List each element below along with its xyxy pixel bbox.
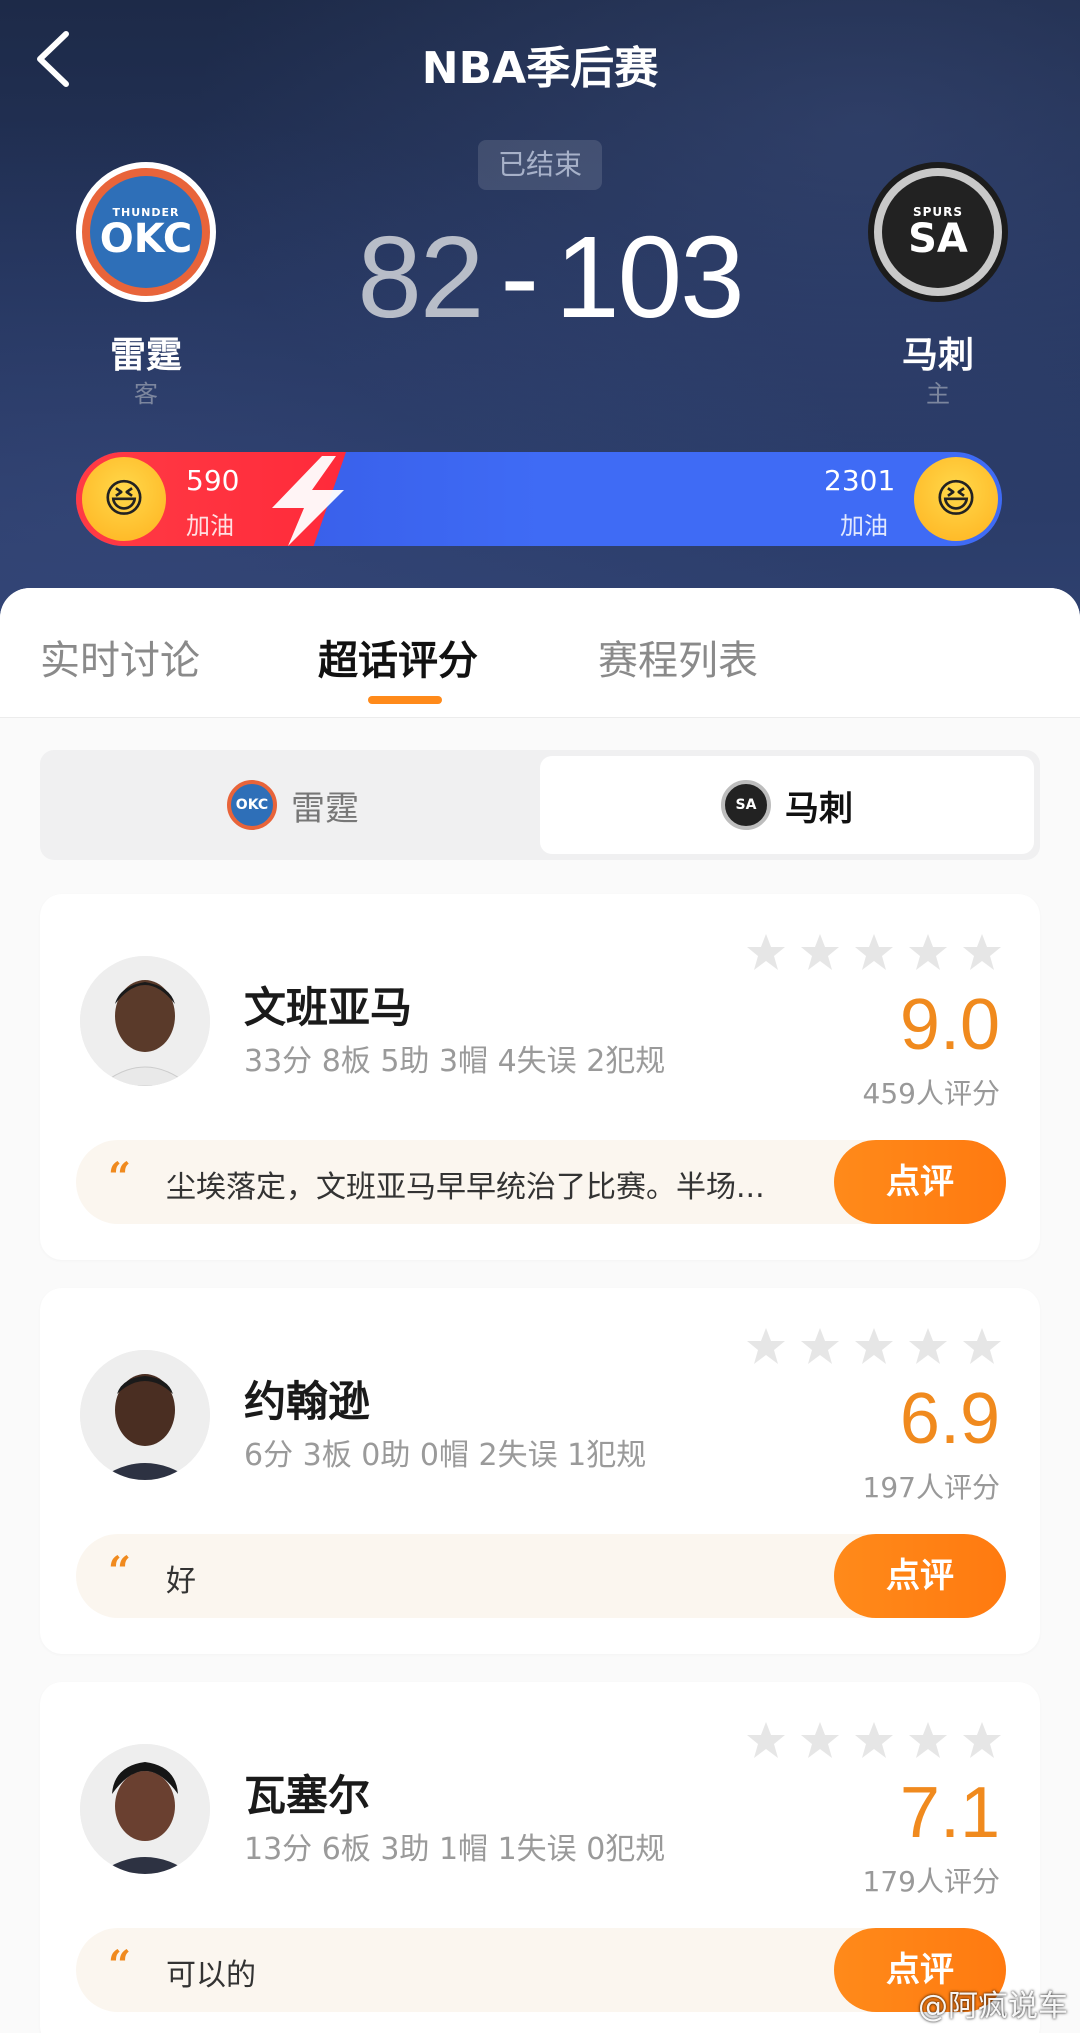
- rating-count: 459人评分: [862, 1077, 1000, 1110]
- player-stats: 13分 6板 3助 1帽 1失误 0犯规: [244, 1832, 666, 1867]
- quote-icon: “: [108, 1154, 132, 1201]
- score-separator: -: [500, 212, 539, 342]
- game-header: NBA季后赛 已结束 THUNDER OKC 雷霆 客 82-103 SPURS…: [0, 0, 1080, 640]
- player-card[interactable]: 文班亚马 33分 8板 5助 3帽 4失误 2犯规 9.0 459人评分 “ 尘…: [40, 894, 1040, 1260]
- logo-text-big: SA: [908, 216, 968, 262]
- okc-jersey-icon: THUNDER OKC: [90, 176, 202, 288]
- watermark: @阿疯说车: [918, 1989, 1068, 2024]
- quote-icon: “: [108, 1942, 132, 1989]
- away-cheer-count: 590: [186, 464, 240, 497]
- tab-live-discussion[interactable]: 实时讨论: [40, 628, 200, 686]
- content-panel: 实时讨论 超话评分 赛程列表 OKC 雷霆 SA 马刺 文班亚马 33分 8板 …: [0, 588, 1080, 2033]
- segment-home-team[interactable]: SA 马刺: [540, 756, 1034, 854]
- logo-text-big: OKC: [99, 215, 193, 262]
- segment-home-label: 马刺: [785, 788, 853, 829]
- spurs-jersey-icon: SPURS SA: [882, 176, 994, 288]
- rating-stars-icon[interactable]: [746, 1720, 1016, 1760]
- quote-icon: “: [108, 1548, 132, 1595]
- tab-rating[interactable]: 超话评分: [318, 628, 478, 686]
- scoreboard: 82-103: [340, 210, 760, 344]
- rating-count: 179人评分: [862, 1865, 1000, 1898]
- home-score: 103: [555, 212, 745, 342]
- away-cheer-label: 加油: [186, 512, 234, 540]
- lightning-icon: [272, 456, 344, 546]
- rating-count: 197人评分: [862, 1471, 1000, 1504]
- rating-stars-icon[interactable]: [746, 1326, 1016, 1366]
- player-rating: 9.0: [899, 985, 1000, 1065]
- comment-text: 好: [166, 1564, 196, 1599]
- player-avatar: [80, 1744, 210, 1874]
- rating-stars-icon[interactable]: [746, 932, 1016, 972]
- home-team-logo[interactable]: SPURS SA: [868, 162, 1008, 302]
- okc-logo-icon: OKC: [227, 780, 277, 830]
- game-status-badge: 已结束: [478, 140, 602, 190]
- top-comment[interactable]: “ 尘埃落定，文班亚马早早统治了比赛。半场... 点评: [76, 1140, 1006, 1224]
- spurs-logo-icon: SA: [721, 780, 771, 830]
- player-name: 瓦塞尔: [244, 1771, 371, 1820]
- comment-text: 尘埃落定，文班亚马早早统治了比赛。半场...: [166, 1170, 765, 1205]
- player-card[interactable]: 约翰逊 6分 3板 0助 0帽 2失误 1犯规 6.9 197人评分 “ 好 点…: [40, 1288, 1040, 1654]
- player-portrait-icon: [80, 1350, 210, 1480]
- away-team-logo[interactable]: THUNDER OKC: [76, 162, 216, 302]
- team-segment-control: OKC 雷霆 SA 马刺: [40, 750, 1040, 860]
- player-portrait-icon: [80, 956, 210, 1086]
- active-tab-indicator: [368, 696, 442, 704]
- away-team-name: 雷霆: [109, 335, 182, 376]
- player-avatar: [80, 956, 210, 1086]
- segment-away-team[interactable]: OKC 雷霆: [46, 756, 540, 854]
- tab-schedule[interactable]: 赛程列表: [598, 628, 758, 686]
- player-rating: 6.9: [899, 1379, 1000, 1459]
- review-button[interactable]: 点评: [834, 1140, 1006, 1224]
- review-button[interactable]: 点评: [834, 1534, 1006, 1618]
- tab-bar: 实时讨论 超话评分 赛程列表: [0, 588, 1080, 718]
- player-avatar: [80, 1350, 210, 1480]
- cheer-home-emoji-icon[interactable]: 😆: [914, 457, 998, 541]
- away-team-role: 客: [134, 380, 158, 408]
- home-cheer-count: 2301: [824, 464, 896, 497]
- comment-text: 可以的: [166, 1958, 256, 1993]
- home-cheer-label: 加油: [840, 512, 888, 540]
- segment-away-label: 雷霆: [291, 788, 359, 829]
- away-score: 82: [357, 212, 484, 342]
- player-stats: 6分 3板 0助 0帽 2失误 1犯规: [244, 1438, 647, 1473]
- top-comment[interactable]: “ 可以的 点评: [76, 1928, 1006, 2012]
- player-portrait-icon: [80, 1744, 210, 1874]
- player-name: 文班亚马: [244, 983, 413, 1032]
- home-team-name: 马刺: [901, 335, 974, 376]
- home-team-role: 主: [926, 380, 950, 408]
- player-card[interactable]: 瓦塞尔 13分 6板 3助 1帽 1失误 0犯规 7.1 179人评分 “ 可以…: [40, 1682, 1040, 2033]
- cheer-away-emoji-icon[interactable]: 😆: [82, 457, 166, 541]
- page-title: NBA季后赛: [421, 43, 659, 94]
- player-rating: 7.1: [899, 1773, 1000, 1853]
- player-name: 约翰逊: [244, 1377, 371, 1426]
- top-comment[interactable]: “ 好 点评: [76, 1534, 1006, 1618]
- player-stats: 33分 8板 5助 3帽 4失误 2犯规: [244, 1044, 666, 1079]
